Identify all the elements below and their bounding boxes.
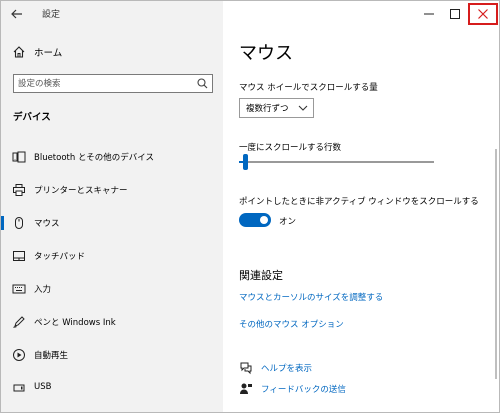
back-arrow-icon [11,9,22,19]
pen-icon [12,315,26,329]
inactive-scroll-toggle[interactable] [239,213,271,227]
help-chat-icon [240,362,252,375]
autoplay-icon [12,348,26,362]
sidebar-item-label: Bluetooth とその他のデバイス [34,153,154,163]
close-button[interactable] [468,3,498,25]
dropdown-value: 複数行ずつ [246,104,289,114]
window-controls [416,1,499,27]
sidebar-item-autoplay[interactable]: 自動再生 [1,342,223,368]
feedback-link[interactable]: フィードバックの送信 [239,381,346,397]
inactive-scroll-label: ポイントしたときに非アクティブ ウィンドウをスクロールする [239,197,479,207]
related-settings-heading: 関連設定 [239,269,283,282]
toggle-knob [260,216,268,224]
usb-icon [12,381,26,395]
toggle-state-label: オン [279,217,297,227]
feedback-label: フィードバックの送信 [261,385,346,395]
sidebar-item-label: プリンターとスキャナー [34,186,128,196]
search-input[interactable] [18,76,188,91]
settings-window: 設定 ホーム デバイス Bluetooth とその他のデバイス プリンターとスキ… [0,0,500,413]
section-header: デバイス [13,112,51,123]
sidebar: 設定 ホーム デバイス Bluetooth とその他のデバイス プリンターとスキ… [1,1,223,412]
sidebar-item-label: マウス [34,219,60,229]
app-title: 設定 [42,10,61,20]
slider-thumb[interactable] [243,154,248,170]
sidebar-item-printers[interactable]: プリンターとスキャナー [1,177,223,203]
main-content: マウス マウス ホイールでスクロールする量 複数行ずつ 一度にスクロールする行数… [223,1,499,412]
sidebar-item-usb[interactable]: USB [1,375,223,401]
scrollbar[interactable] [495,149,497,379]
link-cursor-size[interactable]: マウスとカーソルのサイズを調整する [239,291,383,303]
touchpad-icon [12,249,26,263]
page-title: マウス [239,43,293,64]
sidebar-item-pen[interactable]: ペンと Windows Ink [1,309,223,335]
search-icon [197,78,208,89]
home-icon [13,46,25,58]
maximize-icon [450,9,460,19]
sidebar-item-bluetooth[interactable]: Bluetooth とその他のデバイス [1,144,223,170]
sidebar-item-label: USB [34,382,52,392]
search-box[interactable] [13,74,213,93]
minimize-icon [424,13,434,15]
chevron-down-icon [298,105,308,111]
sidebar-item-label: 入力 [34,285,52,295]
link-additional-mouse-options[interactable]: その他のマウス オプション [239,318,344,330]
slider-track [239,161,434,163]
bluetooth-device-icon [12,150,26,164]
mouse-icon [12,216,26,230]
lines-slider[interactable] [239,152,434,172]
sidebar-item-label: 自動再生 [34,351,69,361]
wheel-scroll-label: マウス ホイールでスクロールする量 [239,83,378,93]
help-label: ヘルプを表示 [261,364,313,374]
title-bar: 設定 [1,1,223,27]
sidebar-item-mouse[interactable]: マウス [1,210,223,236]
keyboard-icon [12,282,26,296]
printer-icon [12,183,26,197]
wheel-scroll-dropdown[interactable]: 複数行ずつ [239,98,314,118]
sidebar-item-label: タッチパッド [34,252,86,262]
sidebar-item-label: ペンと Windows Ink [34,318,116,328]
back-button[interactable] [7,4,27,24]
close-icon [478,9,488,19]
sidebar-item-touchpad[interactable]: タッチパッド [1,243,223,269]
home-label: ホーム [34,48,63,59]
maximize-button[interactable] [442,1,468,27]
sidebar-item-input[interactable]: 入力 [1,276,223,302]
help-link[interactable]: ヘルプを表示 [239,360,312,376]
home-nav-item[interactable]: ホーム [9,41,214,63]
feedback-person-icon [240,383,252,394]
minimize-button[interactable] [416,1,442,27]
